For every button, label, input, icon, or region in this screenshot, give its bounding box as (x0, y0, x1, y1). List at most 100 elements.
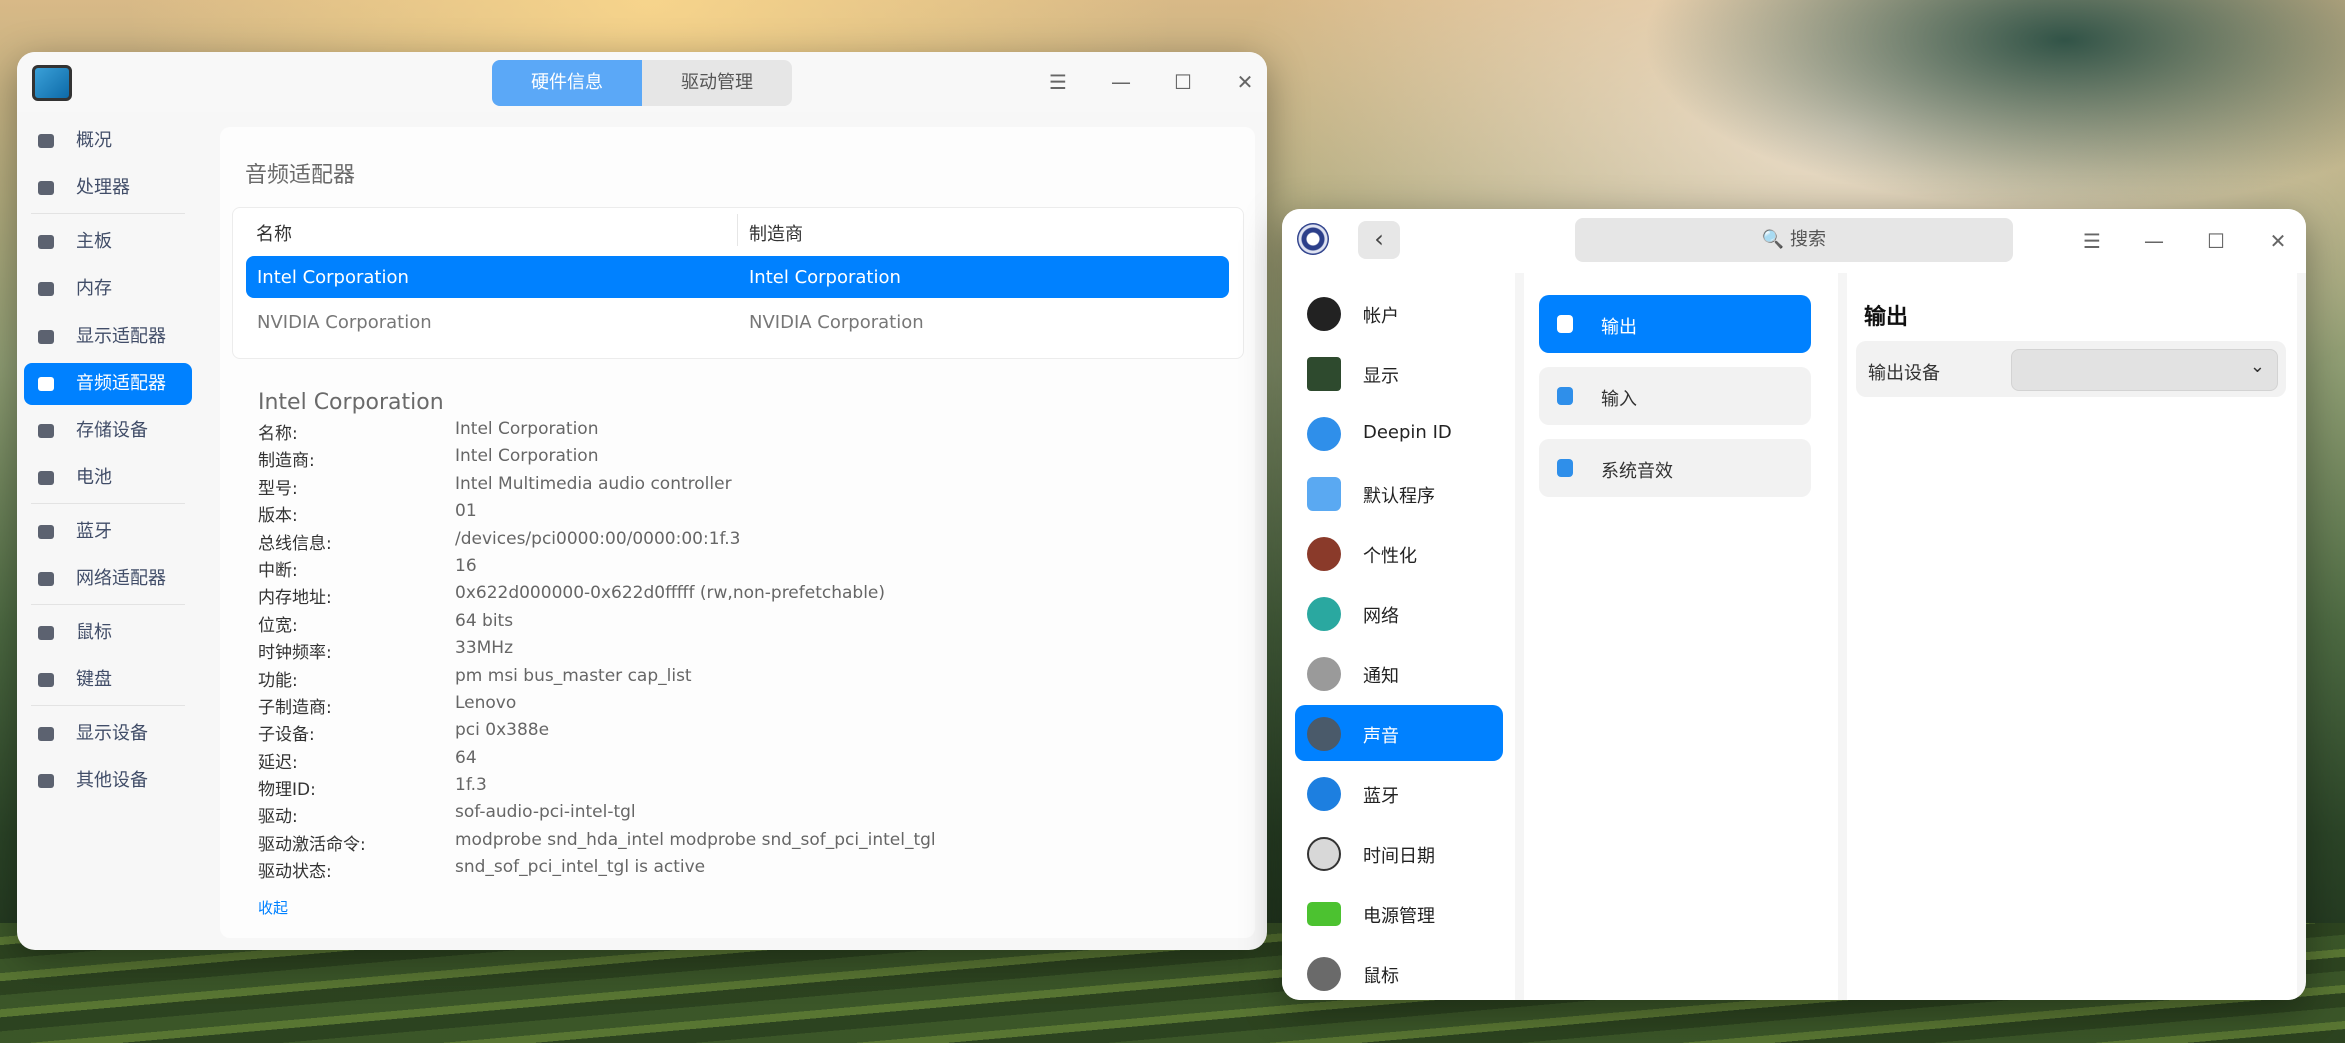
nav-item-power[interactable]: 电源管理 (1295, 885, 1503, 941)
output-settings-panel: 输出 输出设备 ⌄ (1847, 273, 2297, 1000)
detail-row: 位宽: 64 bits (258, 610, 514, 636)
sound-item-effects[interactable]: 系统音效 (1539, 439, 1811, 497)
nav-item-mouse[interactable]: 鼠标 (1295, 945, 1503, 1000)
network-icon (38, 572, 54, 586)
speaker-icon (1307, 717, 1341, 751)
network-globe-icon (1307, 597, 1341, 631)
account-icon (1307, 297, 1341, 331)
detail-row: 总线信息:/devices/pci0000:00/0000:00:1f.3 (258, 528, 741, 554)
device-manager-window: 硬件信息 驱动管理 ☰ — ☐ ✕ 概况 处理器 主板 内存 显示适配器 音频适… (17, 52, 1267, 950)
column-header-vendor[interactable]: 制造商 (749, 220, 803, 246)
sidebar-item-other-device[interactable]: 其他设备 (24, 760, 192, 802)
battery-icon (38, 471, 54, 485)
speaker-output-icon (1557, 315, 1573, 333)
sidebar-divider (31, 213, 185, 214)
sidebar-item-display-device[interactable]: 显示设备 (24, 713, 192, 755)
nav-item-notifications[interactable]: 通知 (1295, 645, 1503, 701)
view-tabs: 硬件信息 驱动管理 (492, 60, 792, 106)
sidebar-item-mouse[interactable]: 鼠标 (24, 612, 192, 654)
control-center-titlebar: ‹ 🔍 搜索 ☰ — ☐ ✕ (1282, 209, 2306, 273)
other-device-icon (38, 774, 54, 788)
detail-row: 延迟: 64 (258, 747, 477, 773)
sidebar-item-network-adapter[interactable]: 网络适配器 (24, 558, 192, 600)
display-adapter-icon (38, 330, 54, 344)
tab-driver-management[interactable]: 驱动管理 (642, 60, 792, 106)
minimize-icon[interactable]: — (2142, 229, 2166, 253)
control-center-app-icon (1297, 223, 1329, 255)
detail-row: 名称: Intel Corporation (258, 419, 599, 444)
menu-icon[interactable]: ☰ (2080, 229, 2104, 253)
settings-nav: 帐户 显示 Deepin ID 默认程序 个性化 网络 通知 声音 蓝牙 时间日… (1282, 273, 1515, 1000)
nav-item-default-apps[interactable]: 默认程序 (1295, 465, 1503, 521)
detail-row: 功能: pm msi bus_master cap_list (258, 665, 692, 691)
menu-icon[interactable]: ☰ (1046, 70, 1070, 94)
bluetooth-icon (1307, 777, 1341, 811)
section-title: 音频适配器 (245, 163, 356, 188)
table-row[interactable]: Intel Corporation Intel Corporation (246, 256, 1229, 298)
maximize-icon[interactable]: ☐ (2204, 229, 2228, 253)
mouse-icon (1307, 957, 1341, 991)
sidebar-item-display-adapter[interactable]: 显示适配器 (24, 316, 192, 358)
back-button[interactable]: ‹ (1358, 221, 1400, 259)
sidebar-item-storage[interactable]: 存储设备 (24, 410, 192, 452)
nav-item-display[interactable]: 显示 (1295, 345, 1503, 401)
nav-item-account[interactable]: 帐户 (1295, 285, 1503, 341)
sidebar-item-audio-adapter[interactable]: 音频适配器 (24, 363, 192, 405)
nav-item-network[interactable]: 网络 (1295, 585, 1503, 641)
table-row[interactable]: NVIDIA Corporation NVIDIA Corporation (246, 301, 1229, 343)
keyboard-icon (38, 673, 54, 687)
sidebar-item-cpu[interactable]: 处理器 (24, 167, 192, 209)
detail-title: Intel Corporation (258, 390, 444, 415)
personalization-icon (1307, 537, 1341, 571)
detail-row: 时钟频率: 33MHz (258, 638, 514, 664)
audio-icon (38, 377, 54, 391)
motherboard-icon (38, 235, 54, 249)
sidebar-item-memory[interactable]: 内存 (24, 268, 192, 310)
close-icon[interactable]: ✕ (1233, 70, 1257, 94)
column-divider[interactable] (737, 214, 738, 246)
nav-item-sound[interactable]: 声音 (1295, 705, 1503, 761)
sound-item-output[interactable]: 输出 (1539, 295, 1811, 353)
search-input[interactable]: 🔍 搜索 (1575, 218, 2013, 262)
display-device-icon (38, 727, 54, 741)
device-manager-titlebar: 硬件信息 驱动管理 ☰ — ☐ ✕ (17, 52, 1267, 112)
tab-hardware-info[interactable]: 硬件信息 (492, 60, 642, 106)
nav-item-personalization[interactable]: 个性化 (1295, 525, 1503, 581)
device-manager-app-icon (32, 65, 72, 101)
detail-list: 名称: Intel Corporation 制造商: Intel Corporati… (258, 419, 1238, 885)
nav-item-datetime[interactable]: 时间日期 (1295, 825, 1503, 881)
detail-row: 型号: Intel Multimedia audio controller (258, 473, 732, 499)
display-icon (1307, 357, 1341, 391)
column-header-name[interactable]: 名称 (256, 220, 292, 246)
sound-item-input[interactable]: 输入 (1539, 367, 1811, 425)
output-device-select[interactable]: ⌄ (2011, 349, 2278, 391)
detail-row: 内存地址: 0x622d000000-0x622d0fffff (rw,non-p… (258, 583, 886, 609)
default-apps-icon (1307, 477, 1341, 511)
sidebar-divider (31, 705, 185, 706)
sidebar-item-motherboard[interactable]: 主板 (24, 221, 192, 263)
detail-row: 版本: 01 (258, 501, 477, 527)
control-center-window: ‹ 🔍 搜索 ☰ — ☐ ✕ 帐户 显示 Deepin ID 默认程序 个性化 … (1282, 209, 2306, 1000)
detail-row: 驱动: sof-audio-pci-intel-tgl (258, 802, 636, 828)
output-device-row: 输出设备 ⌄ (1856, 341, 2286, 397)
close-icon[interactable]: ✕ (2266, 229, 2290, 253)
sidebar-divider (31, 503, 185, 504)
detail-row: 子制造商: Lenovo (258, 692, 517, 718)
sidebar-item-bluetooth[interactable]: 蓝牙 (24, 511, 192, 553)
minimize-icon[interactable]: — (1109, 70, 1133, 94)
detail-row: 中断: 16 (258, 555, 477, 581)
clock-icon (1307, 837, 1341, 871)
sidebar-item-keyboard[interactable]: 键盘 (24, 659, 192, 701)
bell-icon (1307, 657, 1341, 691)
nav-item-deepin-id[interactable]: Deepin ID (1295, 405, 1503, 461)
nav-item-bluetooth[interactable]: 蓝牙 (1295, 765, 1503, 821)
sidebar-item-battery[interactable]: 电池 (24, 457, 192, 499)
detail-row: 驱动状态: snd_sof_pci_intel_tgl is active (258, 857, 706, 883)
sound-effects-icon (1557, 459, 1573, 477)
collapse-link[interactable]: 收起 (258, 897, 288, 918)
sidebar-item-overview[interactable]: 概况 (24, 120, 192, 162)
panel-title: 输出 (1864, 305, 1909, 330)
bluetooth-icon (38, 525, 54, 539)
output-device-label: 输出设备 (1868, 363, 1940, 384)
maximize-icon[interactable]: ☐ (1171, 70, 1195, 94)
